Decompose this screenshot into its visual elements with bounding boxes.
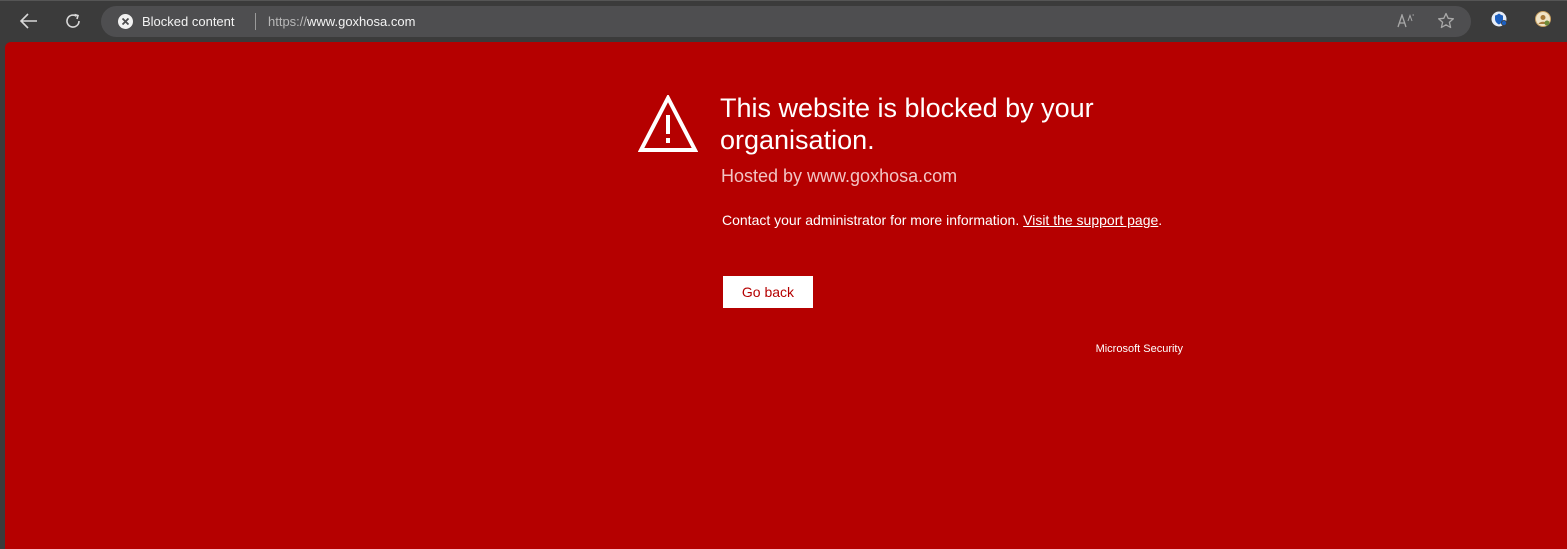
description: Contact your administrator for more info…	[722, 209, 1182, 231]
refresh-icon	[64, 12, 82, 30]
back-arrow-icon	[20, 13, 38, 29]
site-info-button[interactable]: Blocked content	[118, 6, 235, 37]
extension-shield-button[interactable]	[1488, 10, 1510, 32]
page-title: This website is blocked by your organisa…	[720, 93, 1094, 155]
address-bar[interactable]: Blocked content https://www.goxhosa.com	[101, 6, 1471, 37]
description-end: .	[1158, 212, 1163, 228]
back-button[interactable]	[13, 7, 45, 35]
star-icon	[1437, 12, 1455, 33]
profile-button[interactable]	[1532, 10, 1554, 32]
favorite-button[interactable]	[1435, 12, 1457, 32]
go-back-button[interactable]: Go back	[723, 276, 813, 308]
support-page-link[interactable]: Visit the support page	[1023, 212, 1158, 228]
site-info-label: Blocked content	[142, 14, 235, 29]
warning-triangle-icon	[637, 93, 699, 158]
brand-label: Microsoft Security	[1095, 343, 1183, 355]
url-scheme: https://	[268, 14, 308, 29]
extension-shield-icon	[1490, 10, 1508, 33]
refresh-button[interactable]	[57, 7, 89, 35]
address-separator	[255, 13, 256, 30]
url-host: www.goxhosa.com	[307, 14, 416, 29]
read-aloud-button[interactable]	[1395, 12, 1417, 32]
blocked-x-icon	[118, 14, 133, 29]
read-aloud-icon	[1397, 12, 1415, 31]
browser-toolbar: Blocked content https://www.goxhosa.com	[0, 0, 1567, 42]
description-text: Contact your administrator for more info…	[722, 212, 1024, 228]
blocked-page: This website is blocked by your organisa…	[5, 42, 1567, 549]
hosted-by-text: Hosted by www.goxhosa.com	[721, 166, 958, 186]
extension-profile-icon	[1534, 10, 1552, 33]
url-text[interactable]: https://www.goxhosa.com	[268, 6, 415, 37]
